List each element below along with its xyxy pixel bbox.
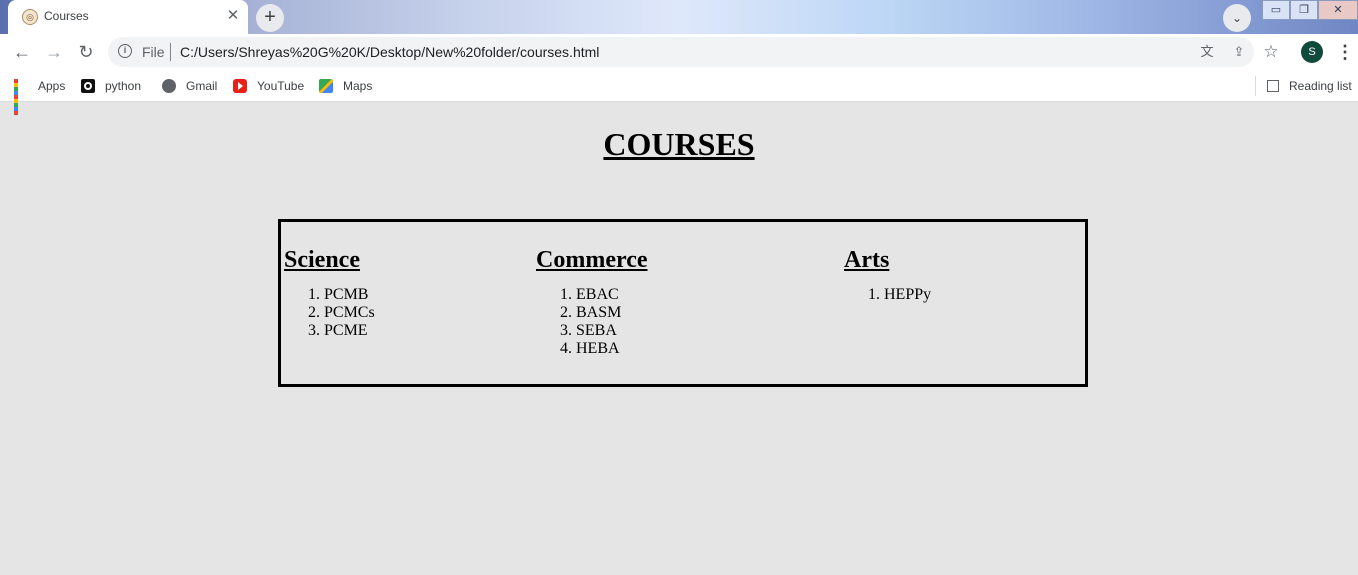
bookmark-apps[interactable]: Apps	[14, 76, 66, 115]
restore-button[interactable]: ❐	[1290, 0, 1318, 20]
scheme-label: File	[142, 44, 165, 60]
bookmark-label: Gmail	[186, 79, 218, 93]
bookmark-label: Apps	[38, 79, 66, 93]
column-heading: Commerce	[536, 247, 648, 273]
close-window-button[interactable]: ✕	[1318, 0, 1358, 20]
bookmark-label: python	[105, 79, 142, 93]
reload-icon[interactable]: ↻	[74, 40, 98, 64]
bookmarks-divider	[1255, 76, 1256, 96]
python-icon	[81, 79, 95, 93]
list-item: HEPPy	[884, 286, 931, 304]
url-text[interactable]: C:/Users/Shreyas%20G%20K/Desktop/New%20f…	[180, 44, 599, 60]
course-list: PCMB PCMCs PCME	[284, 286, 375, 340]
reading-list-label: Reading list	[1289, 79, 1352, 93]
address-bar[interactable]: i File C:/Users/Shreyas%20G%20K/Desktop/…	[108, 37, 1254, 67]
reading-list-button[interactable]: Reading list	[1267, 76, 1352, 96]
close-tab-icon[interactable]: ✕	[224, 7, 242, 25]
translate-icon[interactable]: 文	[1198, 43, 1216, 61]
list-item: SEBA	[576, 322, 648, 340]
course-list: HEPPy	[844, 286, 931, 304]
new-tab-button[interactable]: +	[256, 4, 284, 32]
bookmark-gmail[interactable]: Gmail	[162, 76, 217, 96]
profile-avatar[interactable]: S	[1301, 41, 1323, 63]
reading-list-icon	[1267, 80, 1279, 92]
page-title: COURSES	[603, 126, 755, 162]
course-column-science: Science PCMB PCMCs PCME	[284, 242, 375, 340]
kebab-menu-icon[interactable]: ⋮	[1336, 40, 1354, 64]
apps-grid-icon	[14, 79, 28, 115]
maps-icon	[319, 79, 333, 93]
page-favicon-icon: ◎	[22, 9, 38, 25]
list-item: HEBA	[576, 340, 648, 358]
address-divider	[170, 43, 171, 61]
list-item: PCMB	[324, 286, 375, 304]
tab-title: Courses	[44, 9, 89, 23]
share-icon[interactable]: ⇪	[1230, 43, 1248, 61]
globe-icon	[162, 79, 176, 93]
courses-table: Science PCMB PCMCs PCME Commerce EBAC BA…	[278, 219, 1088, 387]
tab-strip: ◎ Courses ✕ + ⌄ ▭ ❐ ✕	[0, 0, 1358, 34]
bookmark-maps[interactable]: Maps	[319, 76, 372, 96]
bookmark-python[interactable]: python	[81, 76, 141, 96]
youtube-icon	[233, 79, 247, 93]
browser-toolbar: ← → ↻ i File C:/Users/Shreyas%20G%20K/De…	[0, 34, 1358, 70]
list-item: EBAC	[576, 286, 648, 304]
list-item: BASM	[576, 304, 648, 322]
course-column-arts: Arts HEPPy	[844, 242, 931, 304]
list-item: PCME	[324, 322, 375, 340]
bookmark-label: YouTube	[257, 79, 305, 93]
info-icon[interactable]: i	[118, 44, 132, 58]
forward-arrow-icon[interactable]: →	[42, 40, 66, 64]
bookmark-label: Maps	[343, 79, 373, 93]
tab-search-button[interactable]: ⌄	[1223, 4, 1251, 32]
bookmark-youtube[interactable]: YouTube	[233, 76, 304, 96]
back-arrow-icon[interactable]: ←	[10, 40, 34, 64]
list-item: PCMCs	[324, 304, 375, 322]
bookmarks-bar: Apps python Gmail YouTube Maps Reading l…	[0, 70, 1358, 115]
course-list: EBAC BASM SEBA HEBA	[536, 286, 648, 358]
course-column-commerce: Commerce EBAC BASM SEBA HEBA	[536, 242, 648, 358]
column-heading: Arts	[844, 247, 890, 273]
column-heading: Science	[284, 247, 360, 273]
bookmark-star-icon[interactable]: ☆	[1262, 43, 1280, 61]
minimize-button[interactable]: ▭	[1262, 0, 1290, 20]
tab-courses[interactable]: ◎ Courses ✕	[8, 0, 248, 34]
